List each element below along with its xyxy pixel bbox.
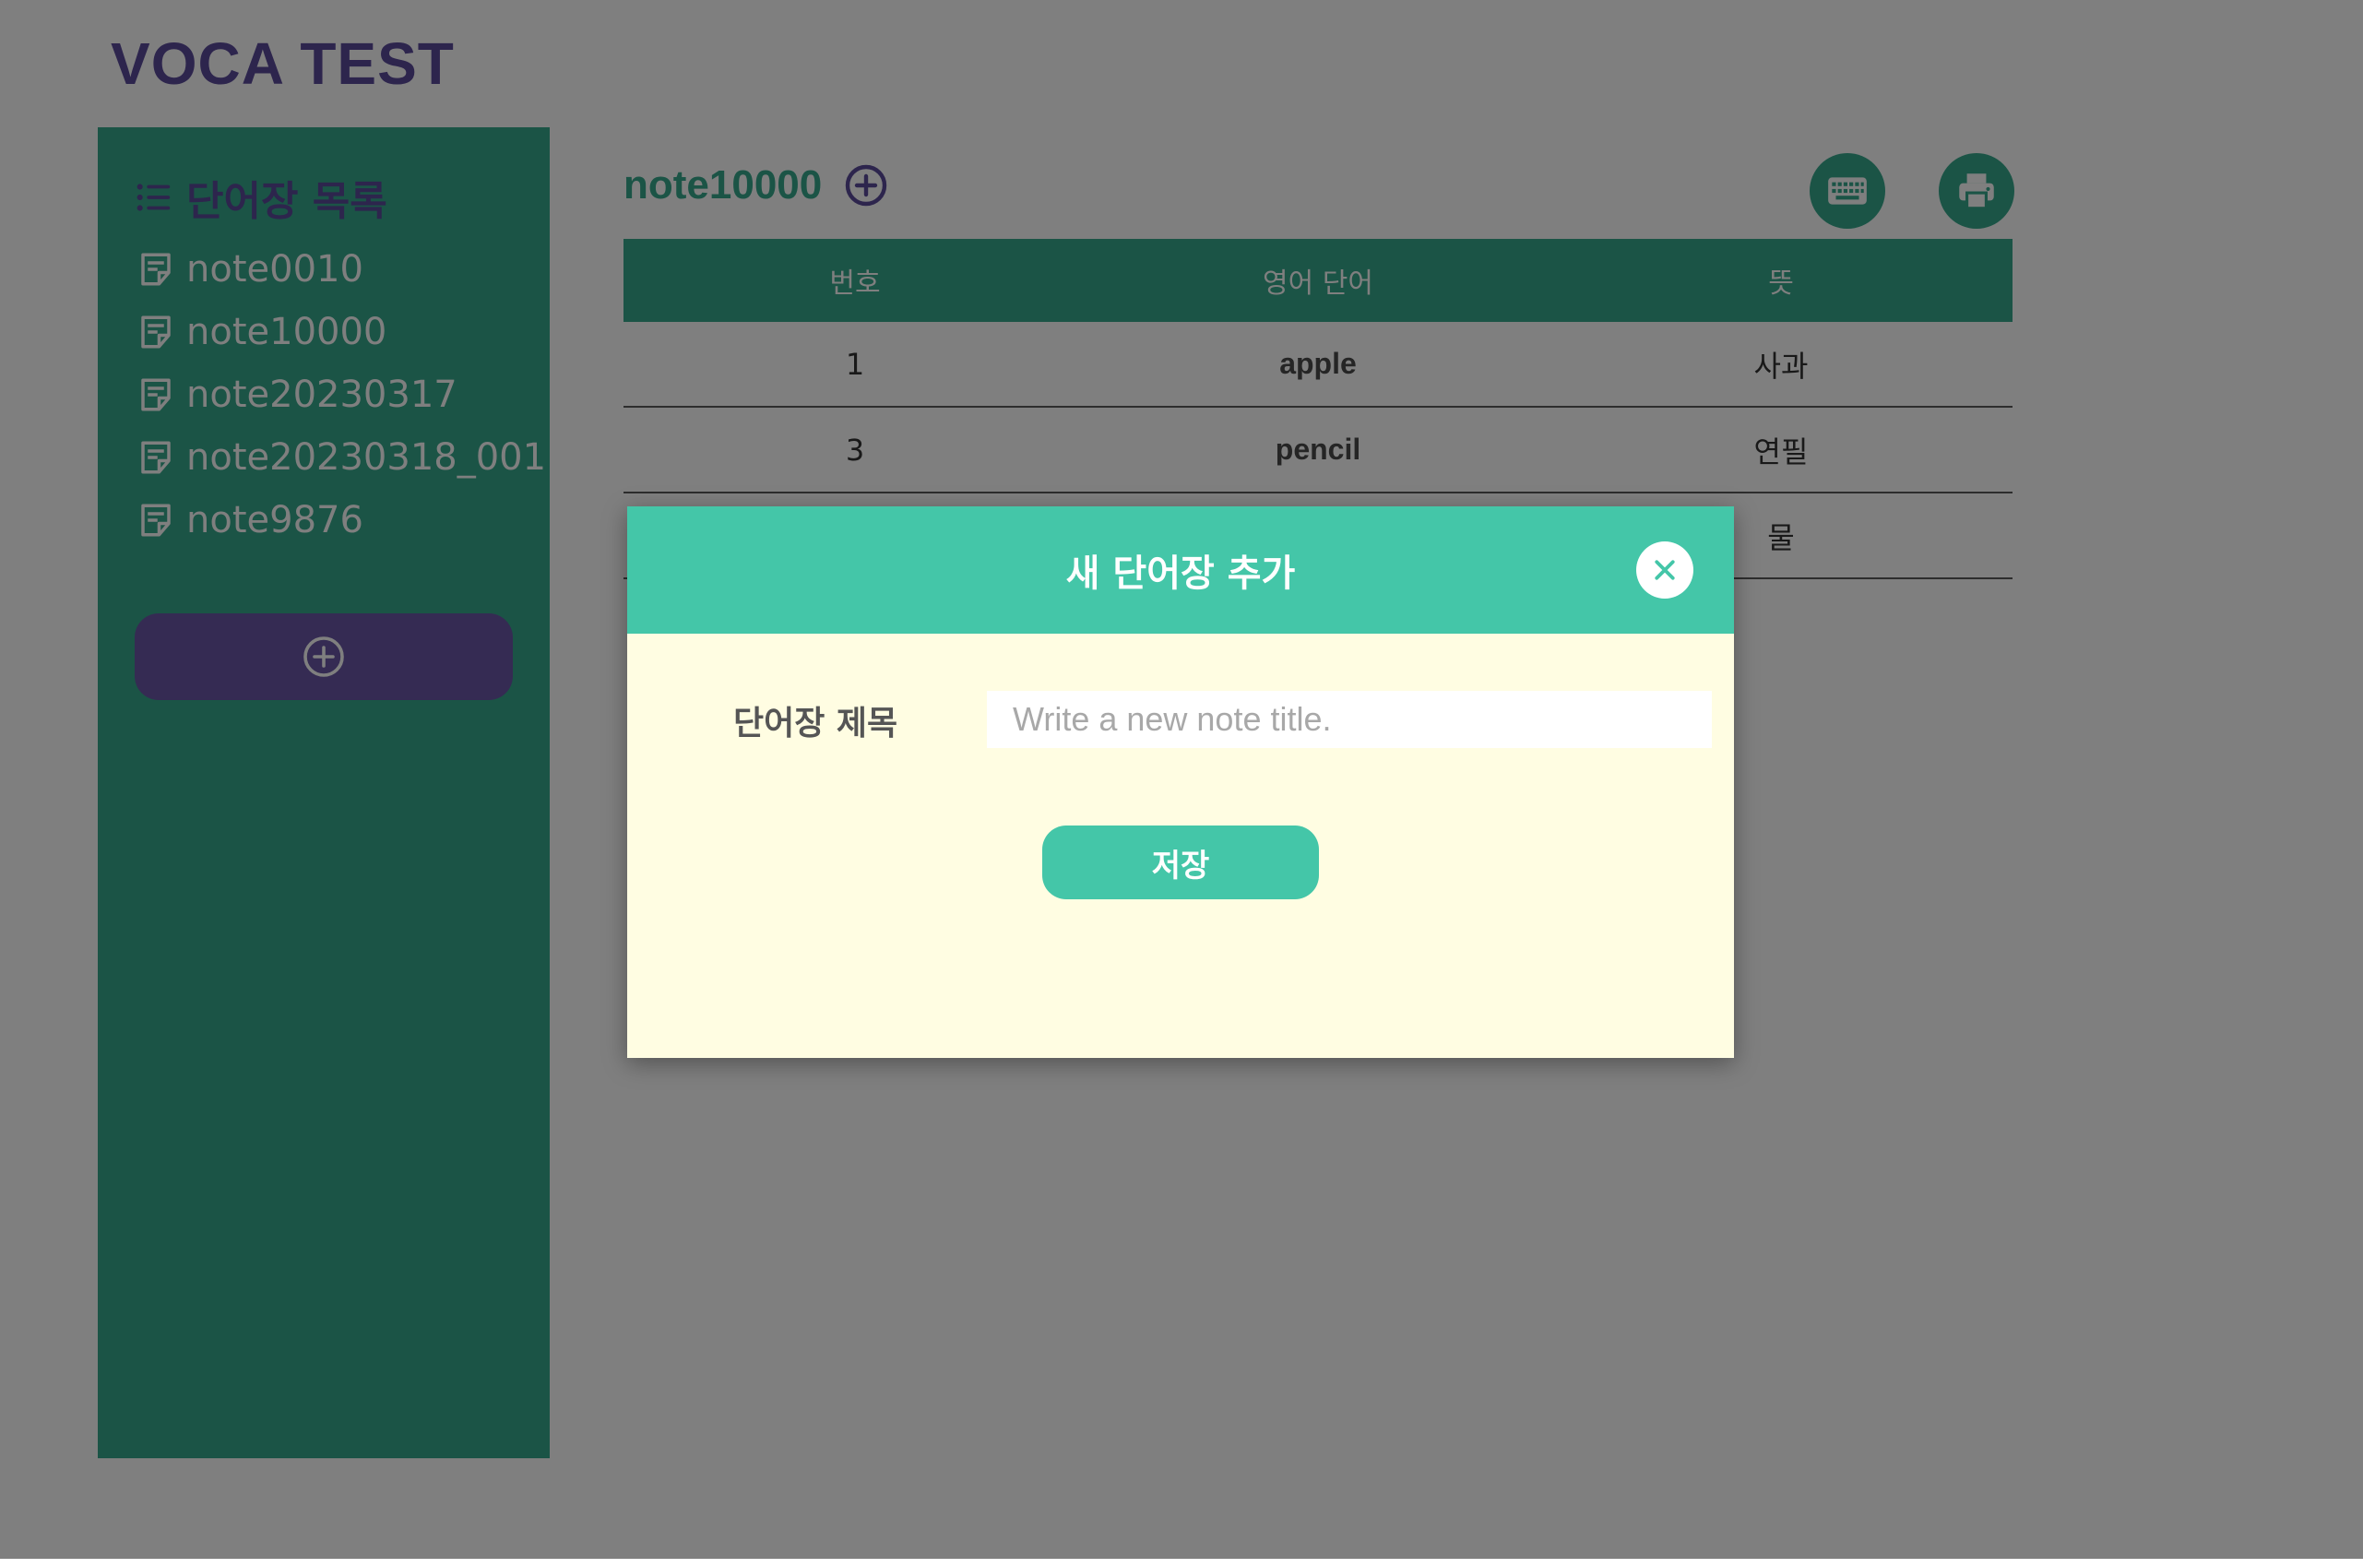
- window-bottom-edge: [0, 1559, 2363, 1568]
- modal-title: 새 단어장 추가: [1065, 552, 1296, 595]
- note-title-label: 단어장 제목: [733, 705, 898, 742]
- save-button[interactable]: 저장: [1042, 826, 1319, 899]
- add-note-modal: 새 단어장 추가 단어장 제목 저장: [627, 506, 1734, 1058]
- modal-close-button[interactable]: [1636, 541, 1693, 599]
- close-icon: [1655, 560, 1675, 580]
- note-title-input[interactable]: [987, 691, 1712, 748]
- modal-header: 새 단어장 추가: [627, 506, 1734, 634]
